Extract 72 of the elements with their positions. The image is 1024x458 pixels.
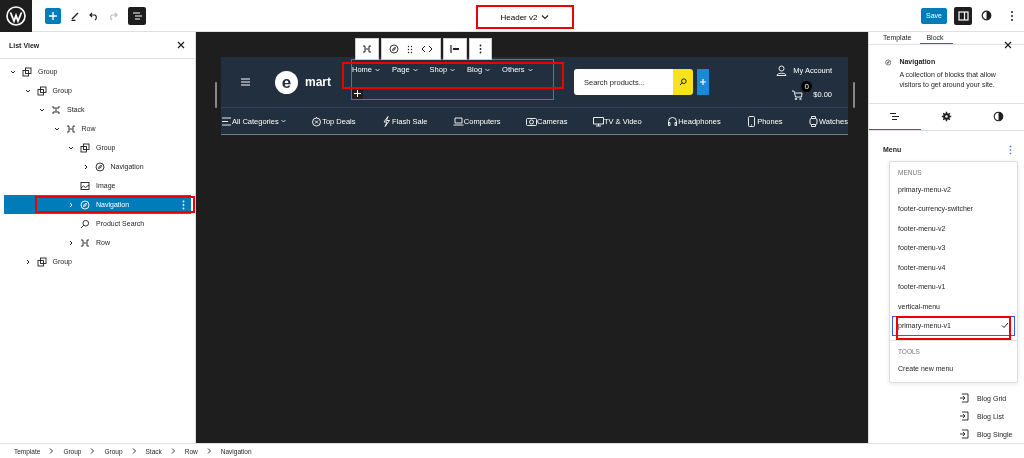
add-item-icon[interactable] bbox=[352, 88, 363, 99]
settings-sidebar-icon[interactable] bbox=[954, 6, 972, 25]
resize-handle[interactable] bbox=[853, 82, 855, 108]
menu-icon bbox=[221, 115, 232, 127]
close-icon[interactable] bbox=[1004, 41, 1012, 49]
chevron-icon[interactable] bbox=[68, 144, 74, 151]
check-icon bbox=[1001, 322, 1009, 330]
search-block-icon bbox=[80, 218, 90, 229]
navigation-block-icon[interactable] bbox=[389, 44, 399, 54]
contrast-icon[interactable] bbox=[981, 10, 992, 21]
list-view-icon[interactable] bbox=[128, 6, 146, 25]
headphones-icon bbox=[667, 115, 679, 127]
chevron-icon bbox=[375, 67, 381, 72]
menu-icon[interactable] bbox=[241, 78, 250, 86]
cart-count-badge: 0 bbox=[801, 80, 813, 92]
chevron-icon bbox=[131, 448, 137, 454]
template-part-icon bbox=[959, 411, 969, 421]
group-block-icon bbox=[80, 142, 90, 153]
chevron-icon bbox=[90, 448, 96, 454]
user-icon[interactable] bbox=[776, 64, 788, 76]
chevron-icon bbox=[170, 448, 176, 454]
more-options-icon[interactable] bbox=[479, 44, 482, 54]
logo-mark: e bbox=[275, 70, 298, 94]
pencil-icon[interactable] bbox=[70, 10, 80, 21]
chevron-icon bbox=[49, 448, 55, 454]
chevron-icon bbox=[450, 67, 456, 72]
navigation-block-icon bbox=[885, 57, 892, 69]
add-block-icon[interactable] bbox=[45, 7, 61, 24]
template-part-icon bbox=[959, 393, 969, 403]
phone-icon bbox=[746, 115, 758, 127]
chevron-icon[interactable] bbox=[24, 87, 31, 94]
navigation-block-icon bbox=[80, 199, 90, 210]
more-options-icon[interactable] bbox=[1010, 9, 1014, 22]
flash-icon bbox=[380, 115, 392, 127]
chevron-icon bbox=[412, 67, 418, 72]
chevron-icon[interactable] bbox=[82, 163, 89, 170]
chevron-icon bbox=[541, 14, 550, 20]
drag-handle-icon[interactable] bbox=[407, 44, 413, 54]
laptop-icon bbox=[452, 115, 464, 127]
group-block-icon bbox=[36, 85, 47, 96]
chevron-icon bbox=[206, 448, 212, 454]
chevron-icon[interactable] bbox=[10, 68, 16, 75]
row-block-icon[interactable] bbox=[362, 44, 372, 54]
navigation-block-icon bbox=[94, 161, 105, 172]
logo-text: mart bbox=[305, 75, 331, 89]
wordpress-logo[interactable] bbox=[0, 0, 32, 32]
close-icon[interactable] bbox=[177, 41, 185, 49]
timer-icon bbox=[311, 115, 323, 127]
image-block-icon bbox=[80, 180, 90, 191]
watch-icon bbox=[808, 115, 820, 127]
camera-icon bbox=[526, 115, 537, 127]
row-block-icon bbox=[65, 123, 76, 134]
tv-icon bbox=[592, 115, 604, 127]
chevron-icon bbox=[280, 119, 286, 123]
justify-icon[interactable] bbox=[450, 44, 460, 54]
template-part-icon bbox=[959, 429, 969, 439]
chevron-icon[interactable] bbox=[68, 239, 74, 246]
row-block-icon bbox=[80, 237, 90, 248]
chevron-icon[interactable] bbox=[39, 106, 45, 113]
group-block-icon bbox=[22, 66, 32, 77]
chevron-icon bbox=[485, 67, 491, 72]
search-icon[interactable] bbox=[673, 69, 693, 95]
move-arrows-icon[interactable] bbox=[421, 45, 433, 53]
chevron-icon[interactable] bbox=[53, 125, 60, 132]
resize-handle[interactable] bbox=[215, 82, 217, 108]
stack-block-icon bbox=[51, 104, 61, 115]
group-block-icon bbox=[36, 256, 47, 267]
chevron-icon[interactable] bbox=[24, 258, 31, 265]
cart-icon[interactable] bbox=[792, 89, 804, 100]
chevron-icon bbox=[527, 67, 533, 72]
template-title-dropdown[interactable]: Header v2 bbox=[478, 7, 572, 27]
undo-icon[interactable] bbox=[89, 10, 99, 21]
